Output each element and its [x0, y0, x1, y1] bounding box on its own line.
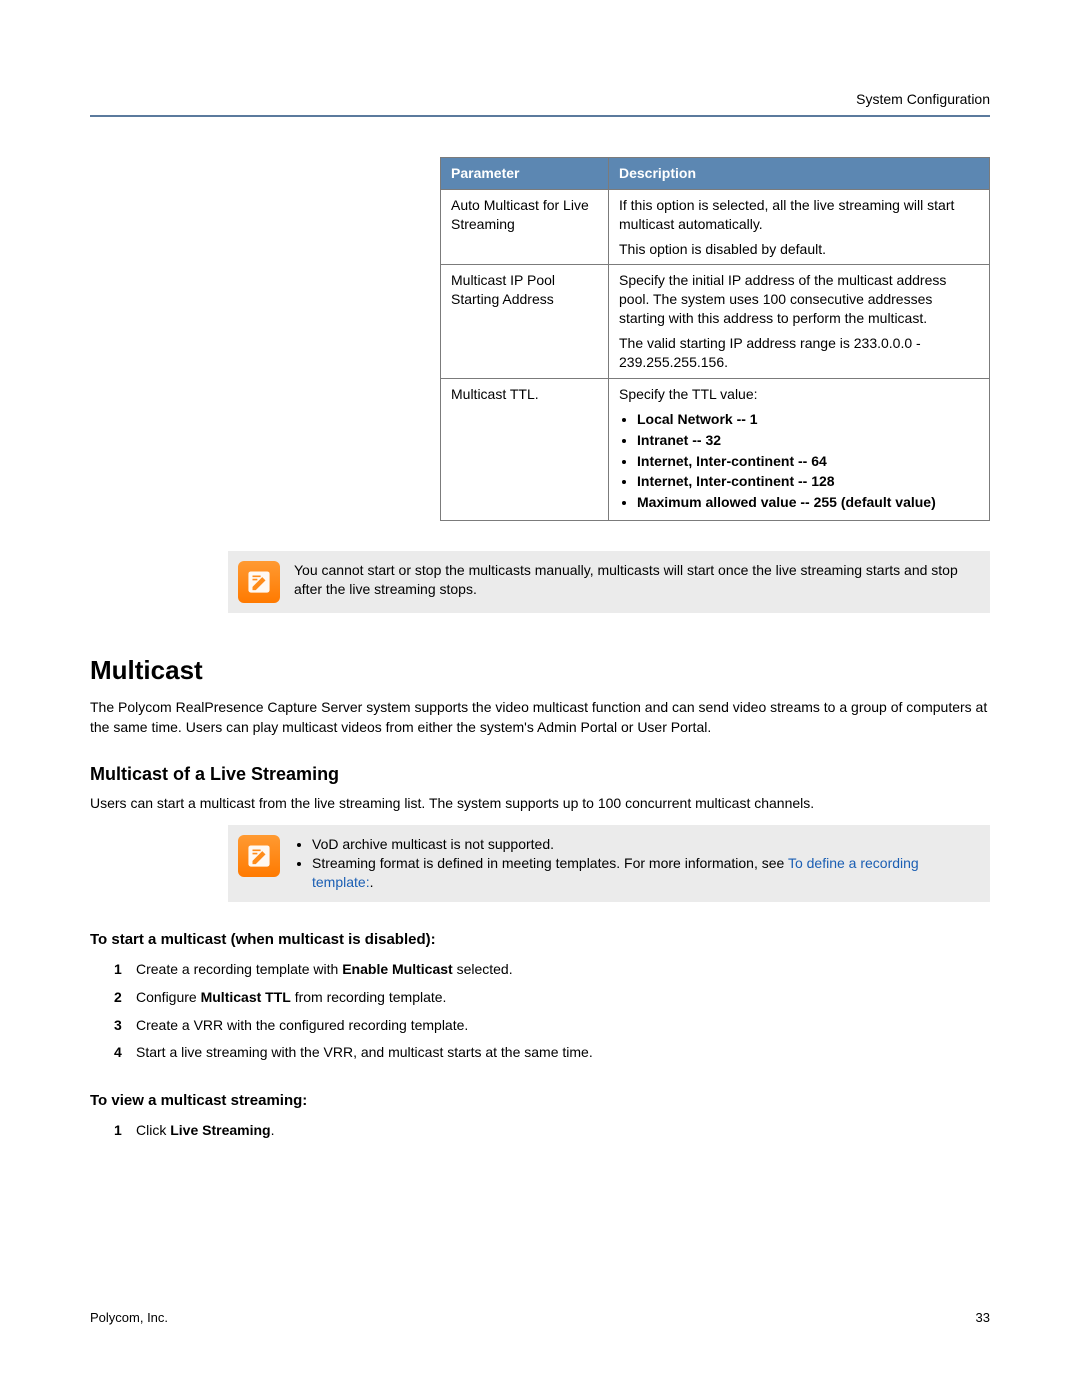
note-icon	[238, 561, 280, 603]
text-span: from recording template.	[291, 989, 447, 1005]
desc-paragraph: This option is disabled by default.	[619, 240, 979, 259]
table-row: Multicast TTL. Specify the TTL value: Lo…	[441, 378, 990, 520]
heading-multicast: Multicast	[90, 653, 990, 688]
step-item: Create a VRR with the configured recordi…	[114, 1016, 990, 1036]
bold-term: Enable Multicast	[342, 961, 452, 977]
desc-cell: If this option is selected, all the live…	[609, 189, 990, 265]
note-box: VoD archive multicast is not supported. …	[228, 825, 990, 902]
step-item: Start a live streaming with the VRR, and…	[114, 1043, 990, 1063]
page-header: System Configuration	[90, 90, 990, 109]
steps-list: Click Live Streaming.	[90, 1121, 990, 1141]
list-item: Internet, Inter-continent -- 64	[637, 452, 979, 471]
step-item: Create a recording template with Enable …	[114, 960, 990, 980]
body-paragraph: The Polycom RealPresence Capture Server …	[90, 698, 990, 737]
list-item: VoD archive multicast is not supported.	[312, 835, 974, 854]
text-span: .	[370, 874, 374, 890]
header-rule	[90, 115, 990, 117]
param-cell: Auto Multicast for Live Streaming	[441, 189, 609, 265]
col-header-description: Description	[609, 157, 990, 189]
footer-company: Polycom, Inc.	[90, 1309, 168, 1327]
ttl-list: Local Network -- 1 Intranet -- 32 Intern…	[619, 410, 979, 512]
list-item: Streaming format is defined in meeting t…	[312, 854, 974, 892]
page-footer: Polycom, Inc. 33	[90, 1309, 990, 1327]
steps-list: Create a recording template with Enable …	[90, 960, 990, 1062]
table-row: Multicast IP Pool Starting Address Speci…	[441, 265, 990, 378]
text-span: Configure	[136, 989, 201, 1005]
param-cell: Multicast IP Pool Starting Address	[441, 265, 609, 378]
body-paragraph: Users can start a multicast from the liv…	[90, 794, 990, 814]
bold-term: Live Streaming	[170, 1122, 270, 1138]
list-item: Internet, Inter-continent -- 128	[637, 472, 979, 491]
desc-paragraph: The valid starting IP address range is 2…	[619, 334, 979, 372]
step-item: Configure Multicast TTL from recording t…	[114, 988, 990, 1008]
note-text: You cannot start or stop the multicasts …	[294, 561, 974, 599]
desc-cell: Specify the TTL value: Local Network -- …	[609, 378, 990, 520]
list-item: Maximum allowed value -- 255 (default va…	[637, 493, 979, 512]
note-text: VoD archive multicast is not supported. …	[294, 835, 974, 892]
table-header-row: Parameter Description	[441, 157, 990, 189]
parameter-table: Parameter Description Auto Multicast for…	[440, 157, 990, 521]
note-icon	[238, 835, 280, 877]
param-cell: Multicast TTL.	[441, 378, 609, 520]
text-span: selected.	[453, 961, 513, 977]
list-item: Intranet -- 32	[637, 431, 979, 450]
step-item: Click Live Streaming.	[114, 1121, 990, 1141]
page: System Configuration Parameter Descripti…	[0, 0, 1080, 1397]
bold-term: Multicast TTL	[201, 989, 291, 1005]
note-box: You cannot start or stop the multicasts …	[228, 551, 990, 613]
heading-view-multicast: To view a multicast streaming:	[90, 1091, 990, 1111]
list-item: Local Network -- 1	[637, 410, 979, 429]
heading-start-multicast: To start a multicast (when multicast is …	[90, 930, 990, 950]
desc-paragraph: Specify the TTL value:	[619, 385, 979, 404]
desc-paragraph: Specify the initial IP address of the mu…	[619, 271, 979, 328]
desc-paragraph: If this option is selected, all the live…	[619, 196, 979, 234]
page-number: 33	[976, 1309, 990, 1327]
col-header-parameter: Parameter	[441, 157, 609, 189]
table-row: Auto Multicast for Live Streaming If thi…	[441, 189, 990, 265]
text-span: Streaming format is defined in meeting t…	[312, 855, 788, 871]
desc-cell: Specify the initial IP address of the mu…	[609, 265, 990, 378]
text-span: Click	[136, 1122, 170, 1138]
text-span: .	[271, 1122, 275, 1138]
text-span: Create a recording template with	[136, 961, 342, 977]
heading-multicast-live: Multicast of a Live Streaming	[90, 762, 990, 786]
